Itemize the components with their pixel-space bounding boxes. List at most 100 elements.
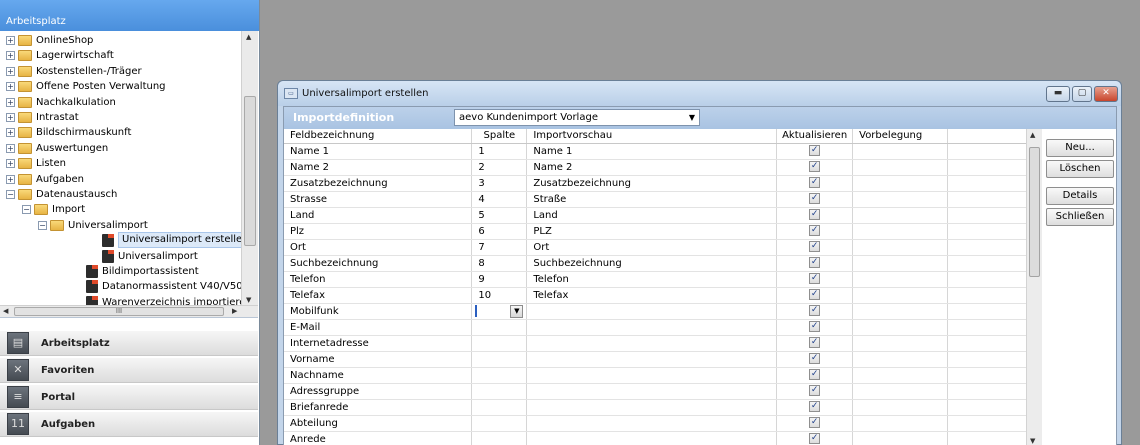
cell-field[interactable]: Plz [284, 223, 473, 240]
cell-column[interactable] [471, 319, 528, 336]
nav-button-arbeitsplatz[interactable]: ▤ Arbeitsplatz [0, 330, 258, 356]
cell-preview[interactable]: Name 1 [526, 143, 778, 160]
table-row[interactable]: Vorname ✓ [284, 351, 1042, 368]
cell-column[interactable] [471, 335, 528, 352]
cell-column[interactable]: 10 [471, 287, 528, 304]
update-checkbox[interactable]: ✓ [809, 305, 821, 317]
cell-preview[interactable]: Straße [526, 191, 778, 208]
update-checkbox[interactable]: ✓ [809, 401, 821, 413]
cell-field[interactable]: Name 2 [284, 159, 473, 176]
tree-horizontal-scrollbar[interactable]: ◀ III ▶ [0, 305, 258, 317]
cell-field[interactable]: Telefax [284, 287, 473, 304]
dropdown-arrow-icon[interactable]: ▼ [689, 110, 695, 125]
tree-node[interactable]: + OnlineShop [0, 33, 240, 48]
collapse-icon[interactable]: − [22, 205, 31, 215]
cell-preview[interactable] [526, 303, 778, 320]
update-checkbox[interactable]: ✓ [809, 209, 821, 221]
cell-column[interactable]: 7 [471, 239, 528, 256]
cell-preview[interactable]: Telefax [526, 287, 778, 304]
minimize-button[interactable]: ▬ [1046, 86, 1070, 102]
table-row[interactable]: Internetadresse ✓ [284, 335, 1042, 352]
cell-column[interactable] [471, 383, 528, 400]
update-checkbox[interactable]: ✓ [809, 353, 821, 365]
close-button[interactable]: Schließen [1046, 208, 1114, 226]
cell-default[interactable] [852, 431, 949, 445]
nav-button-favoriten[interactable]: ✕ Favoriten [0, 357, 258, 383]
cell-update[interactable]: ✓ [776, 319, 854, 336]
expand-icon[interactable]: + [6, 51, 15, 61]
cell-column[interactable]: 3 [471, 175, 528, 192]
update-checkbox[interactable]: ✓ [809, 161, 821, 173]
tree-node[interactable]: + Nachkalkulation [0, 95, 240, 110]
cell-field[interactable]: Nachname [284, 367, 473, 384]
table-row[interactable]: Name 1 1 Name 1 ✓ [284, 143, 1042, 160]
cell-column[interactable]: 1 [471, 143, 528, 160]
cell-preview[interactable]: Telefon [526, 271, 778, 288]
update-checkbox[interactable]: ✓ [809, 273, 821, 285]
cell-field[interactable]: Abteilung [284, 415, 473, 432]
table-row[interactable]: Telefax 10 Telefax ✓ [284, 287, 1042, 304]
table-row[interactable]: Land 5 Land ✓ [284, 207, 1042, 224]
cell-update[interactable]: ✓ [776, 271, 854, 288]
cell-update[interactable]: ✓ [776, 239, 854, 256]
cell-field[interactable]: E-Mail [284, 319, 473, 336]
table-row[interactable]: Briefanrede ✓ [284, 399, 1042, 416]
tree-node[interactable]: + Aufgaben [0, 172, 240, 187]
close-window-button[interactable]: ✕ [1094, 86, 1118, 102]
tree-node[interactable]: + Kostenstellen-/Träger [0, 64, 240, 79]
expand-icon[interactable]: + [6, 97, 15, 107]
expand-icon[interactable]: + [6, 113, 15, 122]
cell-field[interactable]: Name 1 [284, 143, 473, 160]
tree-node[interactable]: − Import [0, 202, 240, 217]
table-row[interactable]: Plz 6 PLZ ✓ [284, 223, 1042, 240]
cell-column[interactable]: 9 [471, 271, 528, 288]
cell-preview[interactable]: Zusatzbezeichnung [526, 175, 778, 192]
cell-default[interactable] [852, 143, 949, 160]
cell-default[interactable] [852, 335, 949, 352]
cell-default[interactable] [852, 255, 949, 272]
scroll-right-icon[interactable]: ▶ [232, 307, 237, 315]
cell-default[interactable] [852, 319, 949, 336]
cell-preview[interactable] [526, 399, 778, 416]
update-checkbox[interactable]: ✓ [809, 257, 821, 269]
tree-node[interactable]: + Bildschirmauskunft [0, 125, 240, 140]
import-definition-select[interactable]: aevo Kundenimport Vorlage ▼ [454, 109, 700, 126]
table-row[interactable]: Suchbezeichnung 8 Suchbezeichnung ✓ [284, 255, 1042, 272]
table-row[interactable]: Strasse 4 Straße ✓ [284, 191, 1042, 208]
cell-preview[interactable] [526, 431, 778, 445]
cell-default[interactable] [852, 415, 949, 432]
tree-node[interactable]: Universalimport [0, 249, 240, 264]
expand-icon[interactable]: + [6, 174, 15, 184]
cell-default[interactable] [852, 175, 949, 192]
cell-default[interactable] [852, 191, 949, 208]
scroll-thumb[interactable] [244, 96, 256, 246]
cell-default[interactable] [852, 287, 949, 304]
scroll-left-icon[interactable]: ◀ [3, 307, 8, 315]
nav-button-portal[interactable]: ≡ Portal [0, 384, 258, 410]
cell-column[interactable]: 5 [471, 207, 528, 224]
tree-node[interactable]: Bildimportassistent [0, 264, 240, 279]
cell-column[interactable]: 6 [471, 223, 528, 240]
cell-update[interactable]: ✓ [776, 191, 854, 208]
cell-preview[interactable] [526, 319, 778, 336]
scroll-thumb[interactable] [1029, 147, 1040, 277]
cell-field[interactable]: Mobilfunk [284, 303, 473, 320]
cell-preview[interactable] [526, 415, 778, 432]
table-row[interactable]: Ort 7 Ort ✓ [284, 239, 1042, 256]
update-checkbox[interactable]: ✓ [809, 321, 821, 333]
tree-node[interactable]: Datanormassistent V40/V50 [0, 279, 243, 294]
cell-update[interactable]: ✓ [776, 335, 854, 352]
table-row[interactable]: E-Mail ✓ [284, 319, 1042, 336]
cell-update[interactable]: ✓ [776, 287, 854, 304]
cell-column[interactable] [471, 367, 528, 384]
tree-node[interactable]: Universalimport erstellen [0, 232, 253, 249]
table-row[interactable]: Telefon 9 Telefon ✓ [284, 271, 1042, 288]
cell-default[interactable] [852, 367, 949, 384]
cell-update[interactable]: ✓ [776, 159, 854, 176]
cell-column[interactable] [471, 351, 528, 368]
expand-icon[interactable]: + [6, 82, 15, 92]
cell-preview[interactable]: Land [526, 207, 778, 224]
column-header-spalte[interactable]: Spalte [471, 129, 528, 144]
expand-icon[interactable]: + [6, 128, 15, 138]
cell-default[interactable] [852, 383, 949, 400]
